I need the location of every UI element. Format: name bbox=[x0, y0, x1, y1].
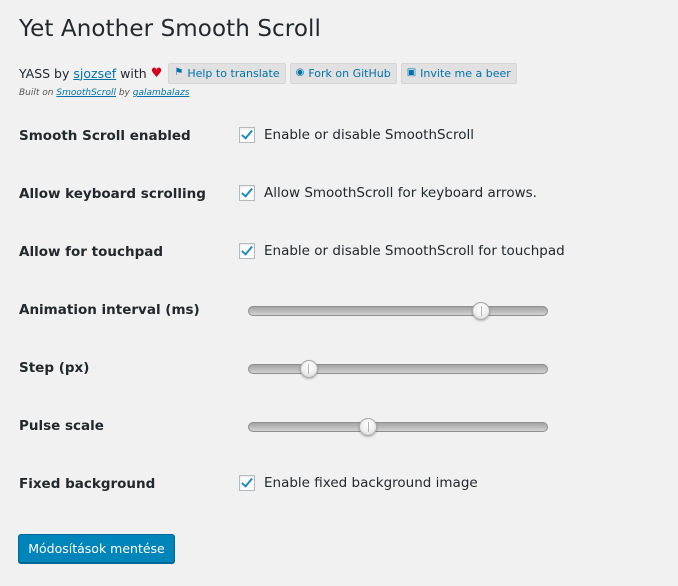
keyboard-scrolling-option[interactable]: Allow SmoothScroll for keyboard arrows. bbox=[239, 185, 537, 201]
keyboard-scrolling-label: Allow keyboard scrolling bbox=[19, 186, 206, 202]
keyboard-scrolling-description: Allow SmoothScroll for keyboard arrows. bbox=[264, 185, 537, 201]
fixed-background-description: Enable fixed background image bbox=[264, 475, 478, 491]
pulse-scale-label: Pulse scale bbox=[19, 418, 104, 434]
step-label: Step (px) bbox=[19, 360, 90, 376]
built-on-line: Built on SmoothScroll by galambalazs bbox=[19, 88, 190, 98]
galambalazs-link[interactable]: galambalazs bbox=[133, 88, 190, 98]
animation-interval-slider[interactable] bbox=[248, 302, 548, 320]
invite-me-a-beer-button[interactable]: ▣ Invite me a beer bbox=[400, 62, 517, 84]
page-title: Yet Another Smooth Scroll bbox=[19, 16, 321, 42]
fork-on-github-button[interactable]: ◉ Fork on GitHub bbox=[289, 62, 397, 84]
smoothscroll-link[interactable]: SmoothScroll bbox=[56, 88, 116, 98]
github-icon: ◉ bbox=[295, 67, 305, 78]
heart-icon: ♥ bbox=[150, 65, 163, 81]
meta-with: with bbox=[120, 65, 147, 81]
touchpad-label: Allow for touchpad bbox=[19, 244, 164, 260]
touchpad-description: Enable or disable SmoothScroll for touch… bbox=[264, 243, 565, 259]
keyboard-scrolling-checkbox[interactable] bbox=[239, 185, 255, 201]
plugin-meta-line: YASS by sjozsef with ♥ ⚑ Help to translate… bbox=[19, 62, 521, 84]
smooth-scroll-checkbox[interactable] bbox=[239, 127, 255, 143]
fixed-background-label: Fixed background bbox=[19, 476, 156, 492]
meta-prefix: YASS by bbox=[19, 65, 70, 81]
step-slider-handle[interactable] bbox=[299, 360, 318, 378]
touchpad-checkbox[interactable] bbox=[239, 243, 255, 259]
help-to-translate-button[interactable]: ⚑ Help to translate bbox=[168, 62, 286, 84]
pulse-scale-slider[interactable] bbox=[248, 418, 548, 436]
flag-icon: ⚑ bbox=[174, 67, 184, 78]
save-changes-button[interactable]: Módosítások mentése bbox=[18, 534, 175, 563]
touchpad-option[interactable]: Enable or disable SmoothScroll for touch… bbox=[239, 243, 565, 259]
author-link[interactable]: sjozsef bbox=[73, 66, 116, 81]
fixed-background-checkbox[interactable] bbox=[239, 475, 255, 491]
animation-interval-slider-handle[interactable] bbox=[472, 302, 491, 320]
beer-icon: ▣ bbox=[406, 67, 417, 78]
step-slider[interactable] bbox=[248, 360, 548, 378]
animation-interval-label: Animation interval (ms) bbox=[19, 302, 200, 318]
smooth-scroll-label: Smooth Scroll enabled bbox=[19, 128, 191, 144]
smooth-scroll-description: Enable or disable SmoothScroll bbox=[264, 127, 475, 143]
smooth-scroll-option[interactable]: Enable or disable SmoothScroll bbox=[239, 127, 474, 143]
fixed-background-option[interactable]: Enable fixed background image bbox=[239, 475, 478, 491]
pulse-scale-slider-handle[interactable] bbox=[359, 418, 378, 436]
